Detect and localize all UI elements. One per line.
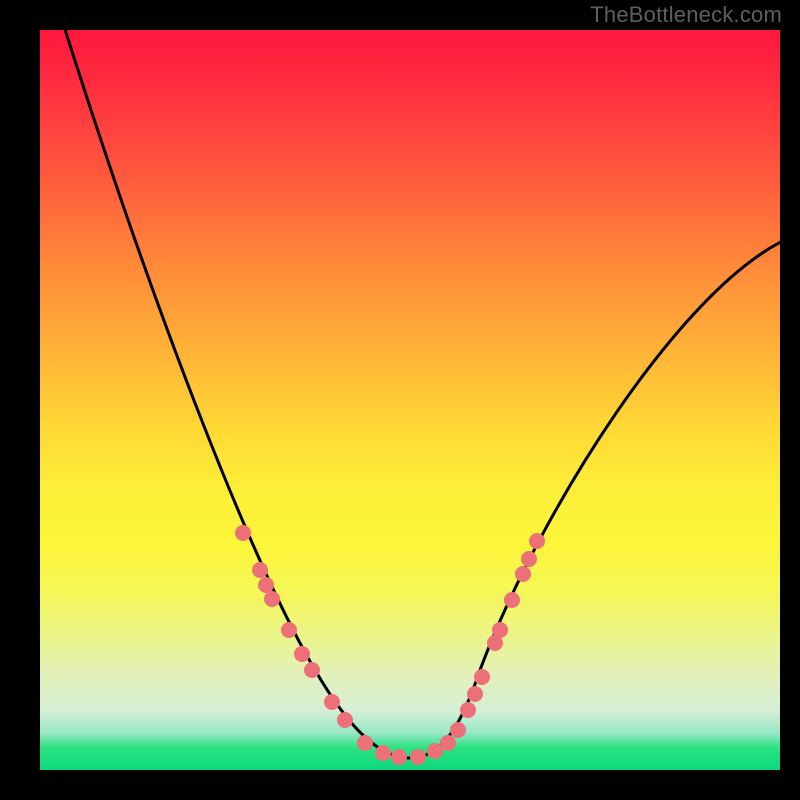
data-point [529,533,545,549]
data-point [375,745,391,761]
bottleneck-curve [62,30,780,758]
data-point [504,592,520,608]
data-point [391,749,407,765]
watermark-text: TheBottleneck.com [590,2,782,28]
data-markers [235,525,545,765]
data-point [252,562,268,578]
data-point [235,525,251,541]
data-point [294,646,310,662]
data-point [515,566,531,582]
chart-frame: TheBottleneck.com [0,0,800,800]
data-point [492,622,508,638]
data-point [440,735,456,751]
data-point [460,702,476,718]
data-point [521,551,537,567]
data-point [450,722,466,738]
data-point [264,591,280,607]
data-point [337,712,353,728]
data-point [281,622,297,638]
plot-area [40,30,780,770]
data-point [474,669,490,685]
data-point [357,735,373,751]
data-point [410,749,426,765]
data-point [467,686,483,702]
data-point [304,662,320,678]
chart-overlay [40,30,780,770]
data-point [324,694,340,710]
data-point [258,577,274,593]
